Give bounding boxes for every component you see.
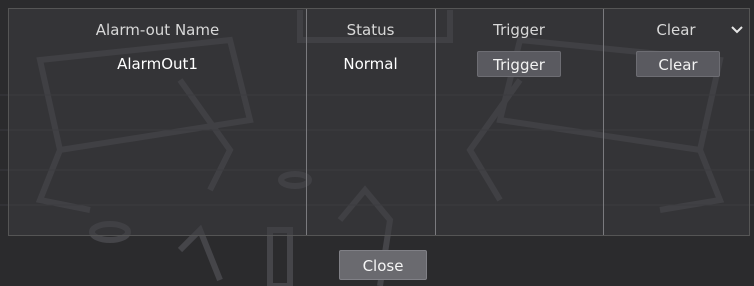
alarm-out-name-cell: AlarmOut1 [117, 55, 198, 73]
column-clear [603, 9, 749, 235]
close-button[interactable]: Close [339, 250, 427, 280]
header-name: Alarm-out Name [95, 21, 220, 39]
column-trigger [435, 9, 604, 235]
trigger-button[interactable]: Trigger [477, 51, 561, 77]
status-cell: Normal [343, 55, 398, 73]
alarm-out-table: Alarm-out Name Status Trigger Clear Alar… [9, 9, 749, 235]
alarm-out-panel: Alarm-out Name Status Trigger Clear Alar… [8, 8, 750, 236]
header-status: Status [346, 21, 395, 39]
chevron-down-icon[interactable] [727, 21, 747, 39]
header-trigger: Trigger [493, 21, 545, 39]
clear-button[interactable]: Clear [636, 51, 720, 77]
column-status [306, 9, 436, 235]
column-name [9, 9, 307, 235]
